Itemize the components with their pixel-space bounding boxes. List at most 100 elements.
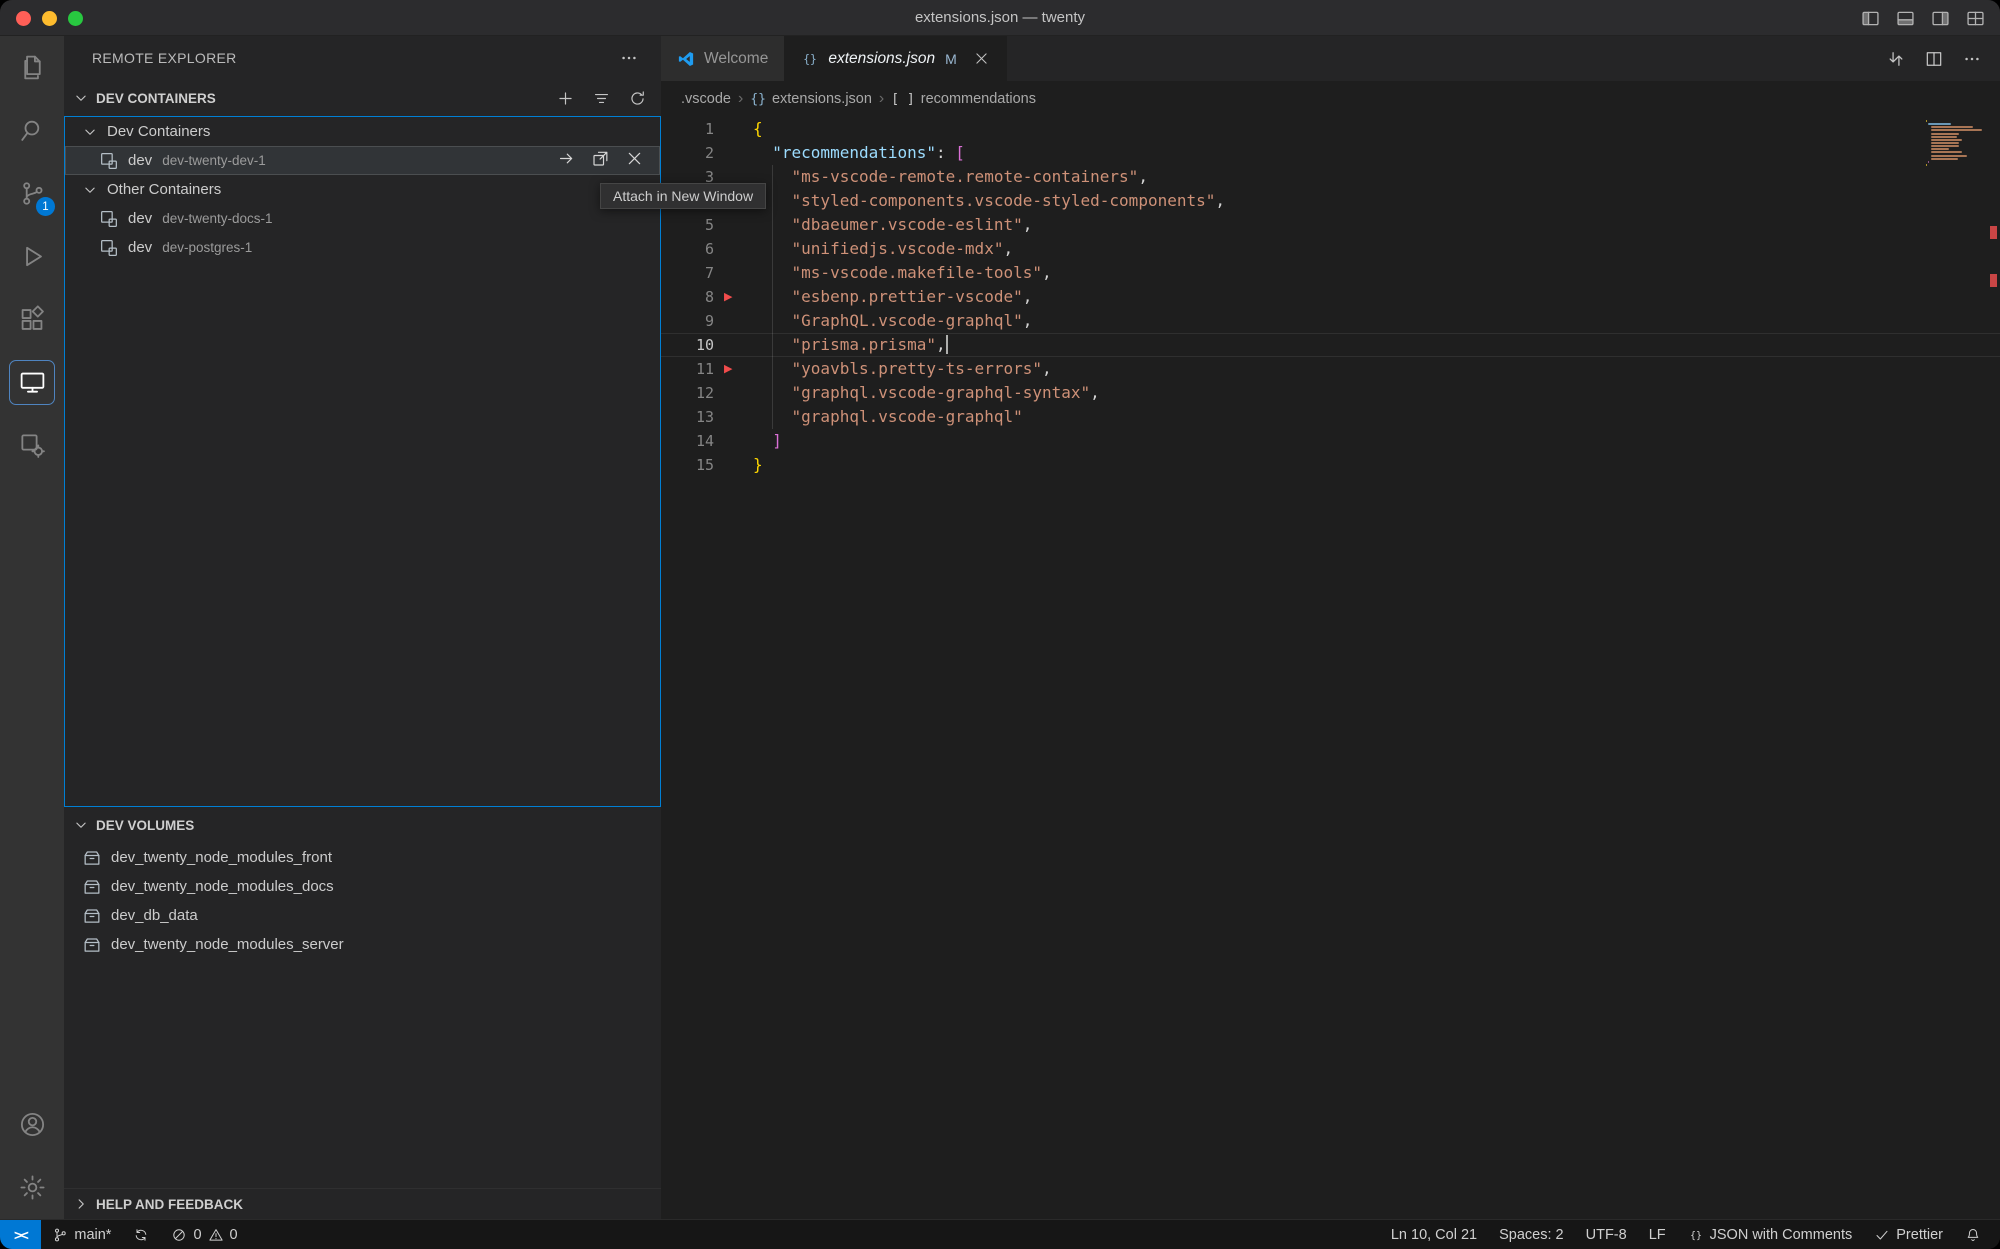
vscode-window: extensions.json — twenty 1 REMOTE EXPLOR… [0,0,2000,1249]
container-description: dev-postgres-1 [162,240,252,255]
line-number: 9 [661,309,714,333]
problems-indicator[interactable]: 0 0 [160,1220,248,1249]
line-number: 6 [661,237,714,261]
code-line-2[interactable]: 2 "recommendations": [ [661,141,2000,165]
code-line-15[interactable]: 15} [661,453,2000,477]
minimap-line [1931,148,1949,150]
container-item-dev-twenty-dev-1[interactable]: devdev-twenty-dev-1 [65,146,660,175]
tooltip-attach-in-new-window: Attach in New Window [600,183,766,209]
views-more-actions-icon[interactable] [619,48,639,68]
volume-item-dev-twenty-node-modules-server[interactable]: dev_twenty_node_modules_server [64,930,661,959]
code-line-14[interactable]: 14 ] [661,429,2000,453]
volume-item-dev-db-data[interactable]: dev_db_data [64,901,661,930]
tree-group-other-containers[interactable]: Other Containers [65,175,660,204]
eol-setting[interactable]: LF [1638,1220,1677,1249]
search-icon [18,116,47,145]
activity-item-extensions[interactable] [0,288,64,351]
chevron-down-icon [72,89,90,107]
activity-item-explorer[interactable] [0,36,64,99]
git-branch-icon [52,1227,68,1243]
sidebar-title: REMOTE EXPLORER [92,50,237,66]
activity-item-source-control[interactable]: 1 [0,162,64,225]
customize-layout-icon[interactable] [1965,8,1986,29]
gutter-marker-icon: ▶ [724,285,732,309]
add-icon[interactable] [556,89,575,108]
container-name: dev [128,210,152,227]
code-line-13[interactable]: 13 "graphql.vscode-graphql" [661,405,2000,429]
code-line-7[interactable]: 7 "ms-vscode.makefile-tools", [661,261,2000,285]
minimize-window-button[interactable] [42,11,57,26]
tree-group-label: Other Containers [107,181,221,198]
code-line-3[interactable]: 3 "ms-vscode-remote.remote-containers", [661,165,2000,189]
container-item-dev-twenty-docs-1[interactable]: dev dev-twenty-docs-1 [65,204,660,233]
open-changes-icon[interactable] [1886,49,1906,69]
tab-extensions-json[interactable]: {}extensions.jsonM [785,36,1007,81]
branch-indicator[interactable]: main* [41,1220,122,1249]
encoding-setting[interactable]: UTF-8 [1575,1220,1638,1249]
stop-container-button[interactable] [625,149,644,172]
line-number: 2 [661,141,714,165]
cursor-position[interactable]: Ln 10, Col 21 [1380,1220,1488,1249]
traffic-lights [16,0,83,36]
sync-changes-button[interactable] [122,1220,160,1249]
toggle-primary-sidebar-icon[interactable] [1860,8,1881,29]
tab-close-button[interactable] [973,50,990,67]
code-line-6[interactable]: 6 "unifiedjs.vscode-mdx", [661,237,2000,261]
close-window-button[interactable] [16,11,31,26]
activity-item-containers[interactable] [0,414,64,477]
toggle-panel-icon[interactable] [1895,8,1916,29]
activity-item-manage[interactable] [0,1156,64,1219]
remote-containers-icon [18,431,47,460]
toggle-secondary-sidebar-icon[interactable] [1930,8,1951,29]
breadcrumb-recommendations[interactable]: [ ]recommendations [891,91,1036,107]
section-header-help-and-feedback[interactable]: HELP AND FEEDBACK [64,1188,661,1219]
section-title-dev-containers: DEV CONTAINERS [96,91,216,106]
layout-controls [1860,0,1986,36]
breadcrumb-label: extensions.json [772,91,872,107]
refresh-icon[interactable] [628,89,647,108]
container-description: dev-twenty-docs-1 [162,211,272,226]
split-editor-icon[interactable] [1924,49,1944,69]
tab-label: Welcome [704,50,768,68]
tree-group-dev-containers[interactable]: Dev Containers [65,117,660,146]
activity-item-run-and-debug[interactable] [0,225,64,288]
sidebar-remote-explorer: REMOTE EXPLORER DEV CONTAINERS Dev Conta… [64,36,661,1219]
code-line-11[interactable]: 11▶ "yoavbls.pretty-ts-errors", [661,357,2000,381]
more-actions-icon[interactable] [1962,49,1982,69]
activity-item-search[interactable] [0,99,64,162]
notifications-bell[interactable] [1954,1220,1992,1249]
volume-item-dev-twenty-node-modules-front[interactable]: dev_twenty_node_modules_front [64,843,661,872]
breadcrumb-extensions-json[interactable]: {}extensions.json [750,91,872,107]
volume-icon [82,877,102,897]
remote-indicator[interactable]: >< [0,1220,41,1249]
breadcrumb: .vscode›{}extensions.json›[ ]recommendat… [661,81,2000,117]
editor-group: Welcome {}extensions.jsonM .vscode›{}exte… [661,36,2000,1219]
section-title-dev-volumes: DEV VOLUMES [96,818,194,833]
language-mode[interactable]: {} JSON with Comments [1677,1220,1864,1249]
filter-icon[interactable] [592,89,611,108]
volume-name: dev_db_data [111,907,198,924]
breadcrumb-vscode[interactable]: .vscode [681,91,731,107]
section-header-dev-containers[interactable]: DEV CONTAINERS [64,80,661,116]
attach-container-button[interactable] [557,149,576,172]
activity-item-accounts[interactable] [0,1093,64,1156]
formatter-status[interactable]: Prettier [1863,1220,1954,1249]
tab-welcome[interactable]: Welcome [661,36,785,81]
container-item-dev-postgres-1[interactable]: devdev-postgres-1 [65,233,660,262]
zoom-window-button[interactable] [68,11,83,26]
code-line-4[interactable]: 4 "styled-components.vscode-styled-compo… [661,189,2000,213]
code-line-12[interactable]: 12 "graphql.vscode-graphql-syntax", [661,381,2000,405]
code-line-5[interactable]: 5 "dbaeumer.vscode-eslint", [661,213,2000,237]
section-header-dev-volumes[interactable]: DEV VOLUMES [64,807,661,843]
code-line-10[interactable]: 10 "prisma.prisma", [661,333,2000,357]
minimap-line [1931,158,1959,160]
attach-new-window-button[interactable] [591,149,610,172]
code-line-1[interactable]: 1{ [661,117,2000,141]
indentation-setting[interactable]: Spaces: 2 [1488,1220,1575,1249]
minimap[interactable] [1926,120,1986,167]
activity-item-remote-explorer[interactable] [0,351,64,414]
code-line-9[interactable]: 9 "GraphQL.vscode-graphql", [661,309,2000,333]
code-line-8[interactable]: 8▶ "esbenp.prettier-vscode", [661,285,2000,309]
volume-item-dev-twenty-node-modules-docs[interactable]: dev_twenty_node_modules_docs [64,872,661,901]
code-editor[interactable]: 1{2 "recommendations": [3 "ms-vscode-rem… [661,117,2000,1219]
